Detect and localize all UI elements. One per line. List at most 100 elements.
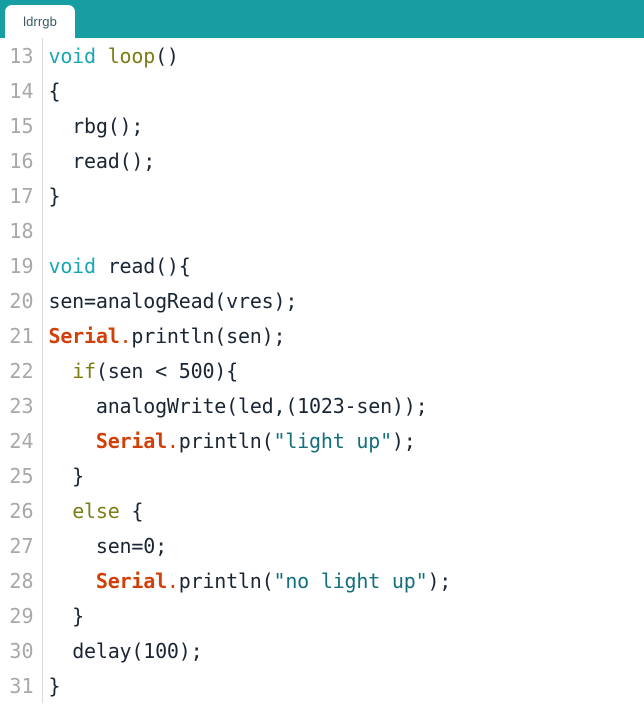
code-token-object: Serial [95,428,167,453]
code-token-keyword: if [72,358,96,383]
code-line-content[interactable]: delay(100); [42,633,644,668]
code-token-object: Serial [95,568,167,593]
code-line[interactable]: 21 Serial.println(sen); [0,318,644,353]
tab-ldrrgb[interactable]: ldrrgb [5,5,75,38]
code-token-dot: . [119,323,132,348]
code-line-content[interactable]: else { [42,493,644,528]
code-token-plain: { [48,78,61,103]
code-line[interactable]: 24 Serial.println("light up"); [0,423,644,458]
line-number: 24 [0,423,43,458]
code-line-content[interactable]: } [42,668,644,703]
code-line[interactable]: 30 delay(100); [0,633,644,668]
code-line[interactable]: 19 void read(){ [0,248,644,283]
line-number: 22 [0,353,43,388]
code-line-content[interactable]: Serial.println("light up"); [42,423,644,458]
code-line-content[interactable]: } [42,598,644,633]
code-line[interactable]: 29 } [0,598,644,633]
line-number: 16 [0,143,43,178]
code-token-plain: ( [261,428,274,453]
code-token-plain: } [48,673,61,698]
code-token-keyword: else [72,498,120,523]
line-number: 14 [0,73,43,108]
code-line[interactable]: 20 sen=analogRead(vres); [0,283,644,318]
code-line-content[interactable]: if(sen < 500){ [42,353,644,388]
line-number: 26 [0,493,43,528]
code-token-plain: () [155,43,179,68]
code-line-content[interactable]: sen=0; [42,528,644,563]
code-token-type: void [48,253,97,278]
code-line[interactable]: 27 sen=0; [0,528,644,563]
code-token-plain: { [119,498,144,523]
code-line[interactable]: 17} [0,178,644,213]
code-line[interactable]: 15 rbg(); [0,108,644,143]
code-line-content[interactable]: analogWrite(led,(1023-sen)); [42,388,644,423]
code-line-content[interactable]: void loop() [42,38,644,73]
code-line[interactable]: 28 Serial.println("no light up"); [0,563,644,598]
line-number: 29 [0,598,43,633]
code-token-plain: } [48,463,85,488]
code-token-plain: ( [261,568,274,593]
code-token-function: delay [72,638,132,663]
tab-bar: ldrrgb [0,0,644,38]
line-number: 19 [0,248,43,283]
line-number: 20 [0,283,43,318]
line-number: 23 [0,388,43,423]
code-line[interactable]: 25 } [0,458,644,493]
code-editor[interactable]: 13 void loop() 14{15 rbg(); 16 read(); 17} 18… [0,38,644,717]
code-token-plain: (){ [155,253,191,278]
code-lines-body: 13 void loop() 14{15 rbg(); 16 read(); 17} 18… [0,38,644,703]
code-token-plain: (sen); [214,323,286,348]
code-token-plain: (100); [131,638,203,663]
line-number: 27 [0,528,43,563]
line-number: 30 [0,633,43,668]
code-line[interactable]: 14{ [0,73,644,108]
code-line-content[interactable]: { [42,73,644,108]
code-token-plain: } [48,183,61,208]
code-line[interactable]: 26 else { [0,493,644,528]
code-line-content[interactable]: rbg(); [42,108,644,143]
code-token-function: println [178,568,262,593]
line-number: 21 [0,318,43,353]
code-token-plain: sen= [48,288,97,313]
code-token-function: analogRead [95,288,215,313]
code-line-content[interactable]: sen=analogRead(vres); [42,283,644,318]
line-number: 31 [0,668,43,703]
code-token-function: read [107,253,156,278]
code-line-content[interactable]: Serial.println(sen); [42,318,644,353]
code-line-content[interactable]: void read(){ [42,248,644,283]
code-line[interactable]: 22 if(sen < 500){ [0,353,644,388]
code-token-object: Serial [48,323,120,348]
code-token-plain: sen=0; [48,533,167,558]
code-line[interactable]: 23 analogWrite(led,(1023-sen)); [0,388,644,423]
line-number: 18 [0,213,43,248]
code-line-content[interactable]: Serial.println("no light up"); [42,563,644,598]
code-line-content[interactable]: } [42,178,644,213]
code-line[interactable]: 18 [0,213,644,248]
code-token-plain: ); [427,568,452,593]
code-token-plain: (sen < 500){ [95,358,238,383]
code-line[interactable]: 31} [0,668,644,703]
line-number: 17 [0,178,43,213]
code-token-keyword: loop [107,43,156,68]
code-token-plain: (); [119,148,156,173]
code-token-function: read [72,148,120,173]
code-token-dot: . [166,428,179,453]
code-token-dot: . [166,568,179,593]
code-line[interactable]: 13 void loop() [0,38,644,73]
code-line-content[interactable]: } [42,458,644,493]
line-number: 28 [0,563,43,598]
code-token-plain: } [48,603,85,628]
code-line[interactable]: 16 read(); [0,143,644,178]
code-token-function: println [178,428,262,453]
code-line-content[interactable]: read(); [42,143,644,178]
code-token-plain: (led,(1023-sen)); [226,393,428,418]
code-line-content[interactable] [42,213,644,248]
